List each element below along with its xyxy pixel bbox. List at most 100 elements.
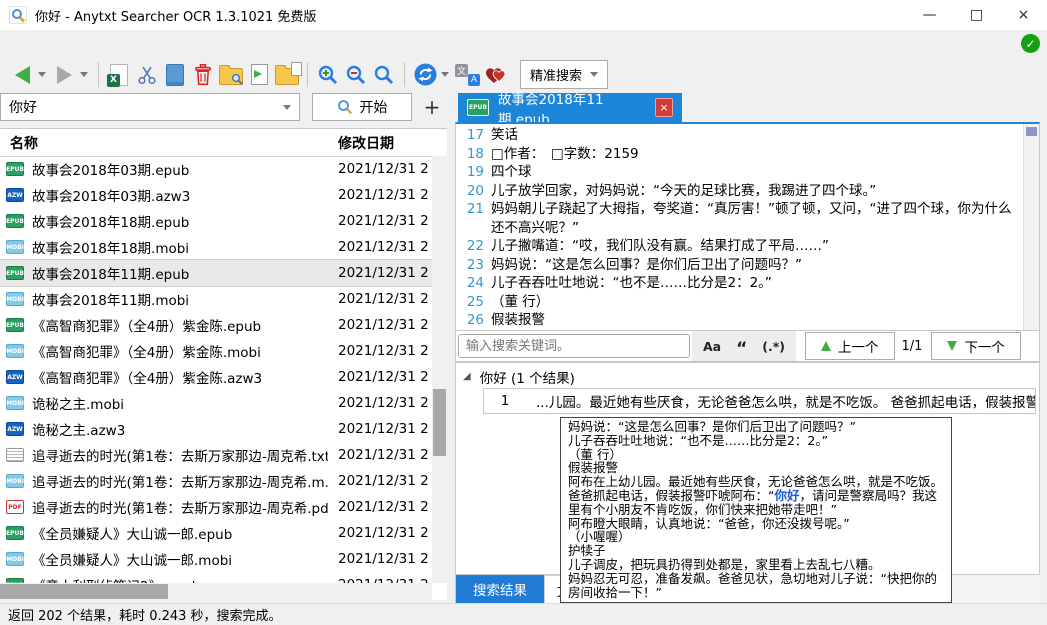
table-row[interactable]: MOBI 故事会2018年11期.mobi 2021/12/31 2 [0, 286, 432, 312]
chevron-down-icon[interactable] [283, 105, 291, 110]
file-type-icon: MOBI [6, 474, 24, 488]
file-date: 2021/12/31 2 [338, 525, 429, 541]
document-line: 19 四个球 [458, 163, 1023, 182]
forward-button[interactable] [52, 60, 76, 90]
next-match-button[interactable]: 下一个 [931, 332, 1021, 360]
cut-button[interactable] [135, 60, 159, 90]
menu-item[interactable] [78, 30, 104, 57]
menu-item[interactable] [52, 30, 78, 57]
file-list-horizontal-scrollbar[interactable] [0, 583, 432, 600]
table-row[interactable]: PDF 追寻逝去的时光(第1卷：去斯万家那边-周克希.pdf 2021/12/3… [0, 494, 432, 520]
minimize-button[interactable]: — [906, 0, 953, 30]
scrollbar-thumb[interactable] [433, 389, 446, 456]
result-group-label: 你好 (1 个结果) [480, 367, 575, 387]
refresh-button[interactable] [413, 60, 437, 90]
document-line: 18 □作者： □字数：2159 [458, 145, 1023, 164]
scrollbar-thumb[interactable] [0, 584, 168, 599]
file-name: 故事会2018年03期.epub [32, 159, 189, 179]
previous-match-label: 上一个 [838, 336, 879, 356]
line-number: 25 [458, 293, 491, 312]
close-button[interactable]: × [1000, 0, 1047, 30]
trash-icon [193, 64, 213, 86]
menu-item[interactable] [26, 30, 52, 57]
file-date: 2021/12/31 2 [338, 499, 429, 515]
file-type-icon [6, 448, 24, 462]
document-line: 26 假装报警 [458, 311, 1023, 330]
file-type-icon: MOBI [6, 396, 24, 410]
scrollbar-thumb[interactable] [1026, 127, 1037, 136]
document-tab[interactable]: EPUB 故事会2018年11期.epub × [458, 93, 682, 122]
table-row[interactable]: EPUB 故事会2018年03期.epub 2021/12/31 2 [0, 156, 432, 182]
table-row[interactable]: AZW 《高智商犯罪》（全4册）紫金陈.azw3 2021/12/31 2 [0, 364, 432, 390]
forward-history-dropdown[interactable] [78, 60, 90, 90]
line-text: 妈妈朝儿子跷起了大拇指，夸奖道：“真厉害！”顿了顿，又问，“进了四个球，你为什么… [491, 200, 1023, 237]
line-number: 19 [458, 163, 491, 182]
start-search-button[interactable]: 开始 [312, 93, 412, 121]
search-mode-select[interactable]: 精准搜索 [520, 60, 608, 89]
find-bar: Aa “ (.*) 上一个 1/1 下一个 [455, 330, 1040, 362]
regex-toggle[interactable]: (.*) [762, 339, 785, 354]
magnifier-icon [373, 64, 395, 86]
search-input[interactable] [1, 99, 283, 115]
copy-file-button[interactable] [247, 60, 271, 90]
line-text: 妈妈说：“这是怎么回事？是你们后卫出了问题吗？” [491, 256, 1023, 275]
tab-close-icon[interactable]: × [655, 98, 673, 117]
delete-button[interactable] [191, 60, 215, 90]
table-row[interactable]: MOBI 追寻逝去的时光(第1卷：去斯万家那边-周克希.m... 2021/12… [0, 468, 432, 494]
find-keyword-input[interactable] [458, 334, 690, 358]
file-list-header: 名称 修改日期 [0, 129, 447, 157]
back-button[interactable] [10, 60, 34, 90]
table-row[interactable]: AZW 故事会2018年03期.azw3 2021/12/31 2 [0, 182, 432, 208]
line-number: 23 [458, 256, 491, 275]
table-row[interactable]: MOBI 故事会2018年18期.mobi 2021/12/31 2 [0, 234, 432, 260]
file-type-icon: EPUB [6, 526, 24, 540]
table-row[interactable]: EPUB 故事会2018年11期.epub 2021/12/31 2 [0, 260, 432, 286]
zoom-reset-button[interactable] [372, 60, 396, 90]
column-header-date[interactable]: 修改日期 [338, 133, 394, 153]
file-name: 故事会2018年11期.epub [32, 263, 189, 283]
move-file-button[interactable] [275, 60, 299, 90]
table-row[interactable]: MOBI 诡秘之主.mobi 2021/12/31 2 [0, 390, 432, 416]
table-row[interactable]: MOBI 《高智商犯罪》（全4册）紫金陈.mobi 2021/12/31 2 [0, 338, 432, 364]
preview-vertical-scrollbar[interactable] [1023, 124, 1039, 330]
export-excel-button[interactable]: X [107, 60, 131, 90]
previous-match-button[interactable]: 上一个 [805, 332, 895, 360]
table-row[interactable]: MOBI 《全员嫌疑人》大山诚一郎.mobi 2021/12/31 2 [0, 546, 432, 572]
back-history-dropdown[interactable] [36, 60, 48, 90]
table-row[interactable]: EPUB 《意大利刑侦笔记2》.epub 2021/12/31 2 [0, 572, 432, 583]
table-row[interactable]: EPUB 故事会2018年18期.epub 2021/12/31 2 [0, 208, 432, 234]
donate-button[interactable] [484, 60, 508, 90]
open-folder-button[interactable] [219, 60, 243, 90]
ocr-language-button[interactable]: 文 A [455, 60, 480, 90]
file-date: 2021/12/31 2 [338, 291, 429, 307]
maximize-button[interactable]: □ [953, 0, 1000, 30]
file-name: 故事会2018年03期.azw3 [32, 185, 190, 205]
toolbar-separator [98, 62, 99, 87]
zoom-in-button[interactable] [316, 60, 340, 90]
arrow-down-icon [947, 341, 957, 351]
zoom-out-button[interactable] [344, 60, 368, 90]
next-match-label: 下一个 [964, 336, 1005, 356]
find-options: Aa “ (.*) [692, 331, 796, 361]
column-header-name[interactable]: 名称 [10, 133, 38, 153]
result-group-header[interactable]: ◢ 你好 (1 个结果) [456, 364, 1039, 389]
document-line: 23 妈妈说：“这是怎么回事？是你们后卫出了问题吗？” [458, 256, 1023, 275]
match-case-toggle[interactable]: Aa [703, 339, 721, 354]
file-name: 追寻逝去的时光(第1卷：去斯万家那边-周克希.txt [32, 445, 328, 465]
table-row[interactable]: AZW 诡秘之主.azw3 2021/12/31 2 [0, 416, 432, 442]
file-list-vertical-scrollbar[interactable] [432, 156, 447, 583]
refresh-dropdown[interactable] [439, 60, 451, 90]
table-row[interactable]: 追寻逝去的时光(第1卷：去斯万家那边-周克希.txt 2021/12/31 2 [0, 442, 432, 468]
table-row[interactable]: EPUB 《全员嫌疑人》大山诚一郎.epub 2021/12/31 2 [0, 520, 432, 546]
document-line: 21 妈妈朝儿子跷起了大拇指，夸奖道：“真厉害！”顿了顿，又问，“进了四个球，你… [458, 200, 1023, 237]
search-combobox[interactable] [0, 93, 300, 121]
menu-item[interactable] [104, 30, 130, 57]
menu-item[interactable] [0, 30, 26, 57]
tab-search-results[interactable]: 搜索结果 [456, 575, 544, 603]
result-row[interactable]: 1 ...儿园。最近她有些厌食，无论爸爸怎么哄，就是不吃饭。 爸爸抓起电话，假装… [484, 389, 1035, 413]
whole-word-toggle[interactable]: “ [736, 344, 747, 354]
copy-button[interactable] [163, 60, 187, 90]
tree-expander-icon[interactable]: ◢ [463, 371, 471, 382]
table-row[interactable]: EPUB 《高智商犯罪》（全4册）紫金陈.epub 2021/12/31 2 [0, 312, 432, 338]
add-search-tab-button[interactable]: + [418, 93, 446, 121]
